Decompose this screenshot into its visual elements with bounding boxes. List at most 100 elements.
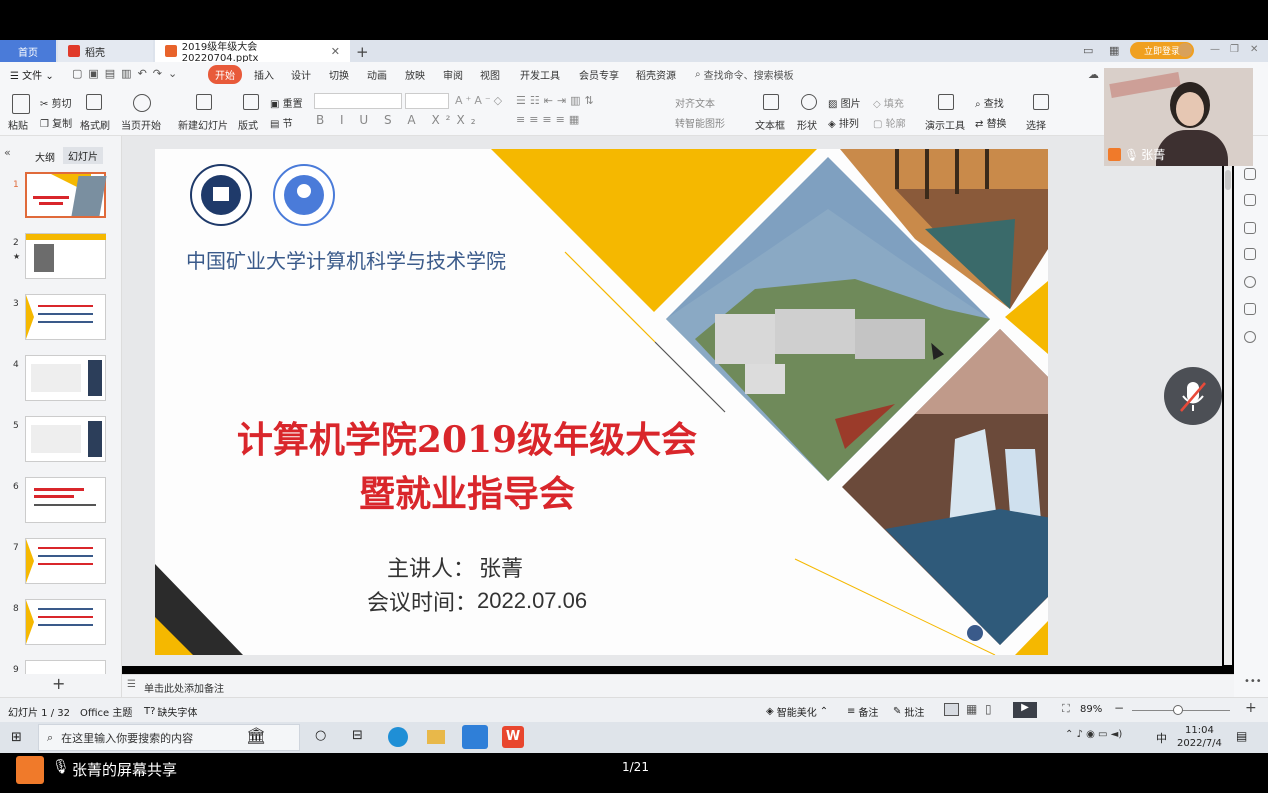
- arrange-button[interactable]: ◈ 排列: [828, 115, 859, 130]
- vertical-scrollbar[interactable]: [1224, 140, 1232, 665]
- shape-icon[interactable]: [801, 94, 817, 110]
- reading-view-icon[interactable]: ▯: [985, 702, 992, 716]
- avatar-icon[interactable]: [1178, 43, 1192, 57]
- scrollbar-thumb[interactable]: [1225, 170, 1231, 190]
- close-tab-icon[interactable]: ✕: [331, 45, 340, 58]
- convert-smartart-button[interactable]: 转智能图形: [675, 115, 725, 130]
- windows-start-icon[interactable]: ⊞: [11, 730, 22, 745]
- command-search[interactable]: ⌕ 查找命令、搜索模板: [695, 67, 794, 82]
- widgets-icon[interactable]: ⊟: [352, 728, 363, 743]
- taskbar-date[interactable]: 2022/7/4: [1177, 738, 1222, 749]
- new-slide-icon[interactable]: [196, 94, 212, 110]
- menu-daoke-resources[interactable]: 稻壳资源: [636, 67, 676, 82]
- tab-slides[interactable]: 幻灯片: [63, 147, 103, 164]
- slide-thumbnail[interactable]: [25, 233, 106, 279]
- tab-document[interactable]: 2019级年级大会20220704.pptx ✕: [155, 40, 350, 64]
- outline-button[interactable]: ▢ 轮廓: [873, 115, 906, 130]
- menu-slideshow[interactable]: 放映: [405, 67, 425, 82]
- notes-toggle-button[interactable]: ≡ 备注: [847, 704, 878, 719]
- layout-button[interactable]: 版式: [238, 117, 258, 132]
- reset-button[interactable]: ▣ 重置: [270, 95, 303, 110]
- notification-icon[interactable]: ▤: [1236, 729, 1247, 743]
- font-size-select[interactable]: [405, 93, 449, 109]
- textbox-button[interactable]: 文本框: [755, 117, 785, 132]
- new-tab-icon[interactable]: +: [356, 43, 369, 61]
- sidebar-star-icon[interactable]: [1244, 222, 1256, 234]
- slide-thumbnail[interactable]: [25, 660, 106, 674]
- present-tools-button[interactable]: 演示工具: [925, 117, 965, 132]
- menu-design[interactable]: 设计: [291, 67, 311, 82]
- slide-thumbnail[interactable]: [25, 172, 107, 218]
- apps-grid-icon[interactable]: ▦: [1109, 44, 1119, 57]
- menu-view[interactable]: 视图: [480, 67, 500, 82]
- slide-thumbnail[interactable]: [25, 477, 106, 523]
- help-icon[interactable]: [1244, 276, 1256, 288]
- play-icon[interactable]: [133, 94, 151, 112]
- comments-button[interactable]: ✎ 批注: [893, 704, 924, 719]
- mic-muted-button[interactable]: [1164, 367, 1222, 425]
- new-slide-button[interactable]: 新建幻灯片: [178, 117, 228, 132]
- search-highlight-icon[interactable]: 🏛: [246, 726, 266, 745]
- input-method-indicator[interactable]: 中: [1156, 730, 1167, 746]
- present-tools-icon[interactable]: [938, 94, 954, 110]
- menu-insert[interactable]: 插入: [254, 67, 274, 82]
- smart-beautify-button[interactable]: ◈ 智能美化 ⌃: [766, 704, 828, 719]
- alignment-icons[interactable]: ≡≡≡≡▦: [516, 113, 583, 126]
- font-size-icons[interactable]: A⁺A⁻◇: [455, 94, 505, 107]
- align-text-button[interactable]: 对齐文本: [675, 95, 715, 110]
- menu-start[interactable]: 开始: [208, 65, 242, 84]
- slide-thumbnail[interactable]: [25, 294, 106, 340]
- menu-review[interactable]: 审阅: [443, 67, 463, 82]
- close-window-icon[interactable]: ✕: [1250, 44, 1258, 55]
- zoom-in-icon[interactable]: +: [1245, 700, 1257, 716]
- wps-icon[interactable]: W: [502, 726, 524, 748]
- sidebar-tool-icon[interactable]: [1244, 168, 1256, 180]
- sidebar-copy-icon[interactable]: [1244, 248, 1256, 260]
- file-explorer-icon[interactable]: [427, 730, 445, 744]
- zoom-slider-thumb[interactable]: [1173, 705, 1183, 715]
- collapse-panel-icon[interactable]: «: [4, 146, 11, 159]
- fill-button[interactable]: ◇ 填充: [873, 95, 904, 110]
- copy-button[interactable]: ❐ 复制: [40, 115, 72, 130]
- taskbar-time[interactable]: 11:04: [1185, 725, 1214, 736]
- add-slide-icon[interactable]: +: [52, 674, 65, 693]
- tab-daoke[interactable]: 稻壳: [58, 40, 153, 62]
- participant-video[interactable]: 🎙 张菁: [1104, 68, 1253, 166]
- menu-animation[interactable]: 动画: [367, 67, 387, 82]
- tray-icons[interactable]: ⌃ ♪ ◉ ▭ ◄): [1065, 729, 1122, 740]
- more-options-icon[interactable]: •••: [1244, 676, 1262, 687]
- zoom-level[interactable]: 89%: [1080, 704, 1102, 715]
- missing-font-button[interactable]: T? 缺失字体: [144, 704, 197, 719]
- tab-home[interactable]: 首页: [0, 40, 56, 62]
- menu-developer[interactable]: 开发工具: [520, 67, 560, 82]
- meeting-app-icon[interactable]: [462, 725, 488, 749]
- slide-sorter-icon[interactable]: ▦: [966, 702, 977, 716]
- slideshow-play-icon[interactable]: ▶: [1013, 702, 1037, 718]
- notes-pane[interactable]: ☰ 单击此处添加备注: [122, 674, 1234, 697]
- select-cursor-icon[interactable]: [1033, 94, 1049, 110]
- file-menu[interactable]: ☰ 文件 ⌄: [10, 67, 54, 82]
- cloud-icon[interactable]: ☁: [1088, 68, 1099, 81]
- edge-browser-icon[interactable]: [388, 727, 408, 747]
- paste-button[interactable]: 粘贴: [8, 117, 28, 132]
- font-family-select[interactable]: [314, 93, 402, 109]
- zoom-out-icon[interactable]: −: [1114, 701, 1124, 715]
- tab-outline[interactable]: 大纲: [35, 149, 55, 164]
- minimize-icon[interactable]: —: [1210, 44, 1220, 55]
- paste-icon[interactable]: [12, 94, 30, 114]
- slide-thumbnail[interactable]: [25, 416, 106, 462]
- layout-grid-icon[interactable]: [243, 94, 259, 110]
- slide-thumbnail[interactable]: [25, 355, 106, 401]
- normal-view-icon[interactable]: [944, 703, 959, 716]
- layout-icon[interactable]: ▭: [1083, 44, 1093, 57]
- picture-button[interactable]: ▨ 图片: [828, 95, 861, 110]
- menu-member[interactable]: 会员专享: [579, 67, 619, 82]
- replace-button[interactable]: ⇄ 替换: [975, 115, 1007, 130]
- sidebar-settings-icon[interactable]: [1244, 194, 1256, 206]
- slide-thumbnail[interactable]: [25, 538, 106, 584]
- textbox-icon[interactable]: [763, 94, 779, 110]
- maximize-icon[interactable]: ❐: [1230, 44, 1239, 55]
- sidebar-location-icon[interactable]: [1244, 331, 1256, 343]
- shape-button[interactable]: 形状: [797, 117, 817, 132]
- cut-button[interactable]: ✂ 剪切: [40, 95, 72, 110]
